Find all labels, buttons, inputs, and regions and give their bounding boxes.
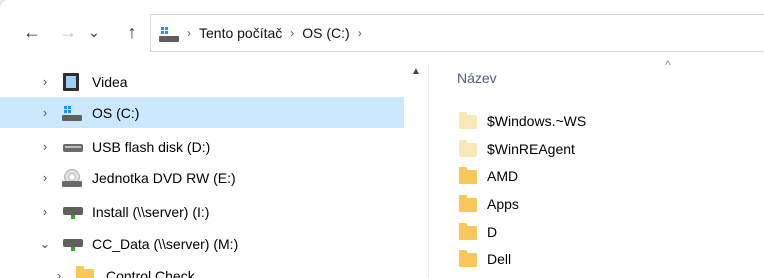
breadcrumb-separator[interactable]: › bbox=[290, 26, 294, 40]
file-row-winreagent[interactable]: $WinREAgent bbox=[459, 136, 575, 162]
chevron-right-icon[interactable]: › bbox=[38, 105, 52, 120]
folder-icon bbox=[459, 195, 477, 212]
breadcrumb-separator[interactable]: › bbox=[187, 26, 191, 40]
file-row-apps[interactable]: Apps bbox=[459, 191, 519, 217]
tree-item-dvd-e[interactable]: › Jednotka DVD RW (E:) bbox=[0, 162, 404, 193]
network-drive-icon bbox=[62, 235, 84, 253]
chevron-down-icon[interactable]: ⌄ bbox=[38, 236, 52, 252]
column-header-name[interactable]: Název bbox=[457, 70, 497, 86]
sort-ascending-icon: ^ bbox=[665, 58, 671, 72]
scroll-up-arrow-icon[interactable]: ▲ bbox=[409, 66, 423, 77]
hidden-folder-icon bbox=[459, 140, 477, 157]
folder-icon bbox=[459, 167, 477, 184]
file-name: D bbox=[487, 224, 498, 240]
file-name: $WinREAgent bbox=[487, 141, 575, 157]
folder-icon bbox=[459, 250, 477, 267]
file-row-windows-ws[interactable]: $Windows.~WS bbox=[459, 108, 586, 134]
tree-item-label: Videa bbox=[92, 73, 128, 90]
tree-item-videa[interactable]: › Videa bbox=[0, 66, 404, 97]
tree-item-cc-data-m[interactable]: ⌄ CC_Data (\\server) (M:) bbox=[0, 228, 404, 259]
arrow-right-icon: → bbox=[59, 21, 77, 42]
windows-drive-icon bbox=[62, 104, 84, 122]
breadcrumb-separator[interactable]: › bbox=[358, 26, 362, 40]
tree-item-install-i[interactable]: › Install (\\server) (I:) bbox=[0, 196, 404, 227]
folder-icon bbox=[459, 223, 477, 240]
navigation-pane-scrollbar[interactable]: ▲ bbox=[406, 64, 426, 278]
tree-item-label: CC_Data (\\server) (M:) bbox=[92, 235, 239, 252]
tree-item-label: OS (C:) bbox=[92, 104, 140, 121]
tree-item-usb-d[interactable]: › USB flash disk (D:) bbox=[0, 131, 404, 162]
tree-item-control-check[interactable]: › Control Check bbox=[0, 260, 404, 278]
chevron-down-icon: ⌄ bbox=[88, 23, 100, 40]
file-name: $Windows.~WS bbox=[487, 113, 587, 129]
tree-item-label: Install (\\server) (I:) bbox=[92, 203, 210, 220]
arrow-up-icon: ↑ bbox=[127, 21, 137, 42]
recent-locations-button[interactable]: ⌄ bbox=[86, 18, 102, 46]
navigation-pane: › Videa › OS (C:) › USB flash disk (D:) … bbox=[0, 64, 426, 278]
computer-drive-icon bbox=[159, 25, 179, 42]
usb-drive-icon bbox=[62, 138, 84, 156]
file-row-amd[interactable]: AMD bbox=[459, 163, 518, 189]
file-name: Apps bbox=[487, 196, 519, 212]
tree-item-os-c[interactable]: › OS (C:) bbox=[0, 97, 404, 128]
breadcrumb-os-c[interactable]: OS (C:) bbox=[302, 25, 349, 41]
chevron-right-icon[interactable]: › bbox=[52, 268, 66, 278]
file-name: AMD bbox=[487, 168, 519, 184]
file-row-dell[interactable]: Dell bbox=[459, 246, 511, 272]
network-drive-icon bbox=[62, 203, 84, 221]
tree-item-label: USB flash disk (D:) bbox=[92, 138, 211, 155]
file-list-pane: ^ Název $Windows.~WS $WinREAgent AMD App… bbox=[428, 58, 764, 278]
back-button[interactable]: ← bbox=[20, 18, 44, 46]
file-row-d[interactable]: D bbox=[459, 219, 497, 245]
chevron-right-icon[interactable]: › bbox=[38, 139, 52, 154]
arrow-left-icon: ← bbox=[23, 21, 41, 42]
tree-item-label: Control Check bbox=[106, 267, 195, 278]
hidden-folder-icon bbox=[459, 112, 477, 129]
tree-item-label: Jednotka DVD RW (E:) bbox=[92, 169, 236, 186]
file-explorer-window: ← → ⌄ ↑ › Tento počítač › OS (C:) › › Vi… bbox=[0, 0, 764, 278]
forward-button[interactable]: → bbox=[56, 18, 80, 46]
breadcrumb-this-pc[interactable]: Tento počítač bbox=[199, 25, 282, 41]
file-name: Dell bbox=[487, 251, 512, 267]
dvd-drive-icon bbox=[62, 168, 84, 187]
chevron-right-icon[interactable]: › bbox=[38, 74, 52, 89]
chevron-right-icon[interactable]: › bbox=[38, 170, 52, 185]
videos-folder-icon bbox=[62, 72, 84, 91]
folder-icon bbox=[76, 265, 98, 278]
chevron-right-icon[interactable]: › bbox=[38, 204, 52, 219]
up-button[interactable]: ↑ bbox=[120, 18, 144, 46]
navigation-bar: ← → ⌄ ↑ › Tento počítač › OS (C:) › bbox=[0, 0, 764, 64]
address-bar[interactable]: › Tento počítač › OS (C:) › bbox=[150, 14, 764, 52]
